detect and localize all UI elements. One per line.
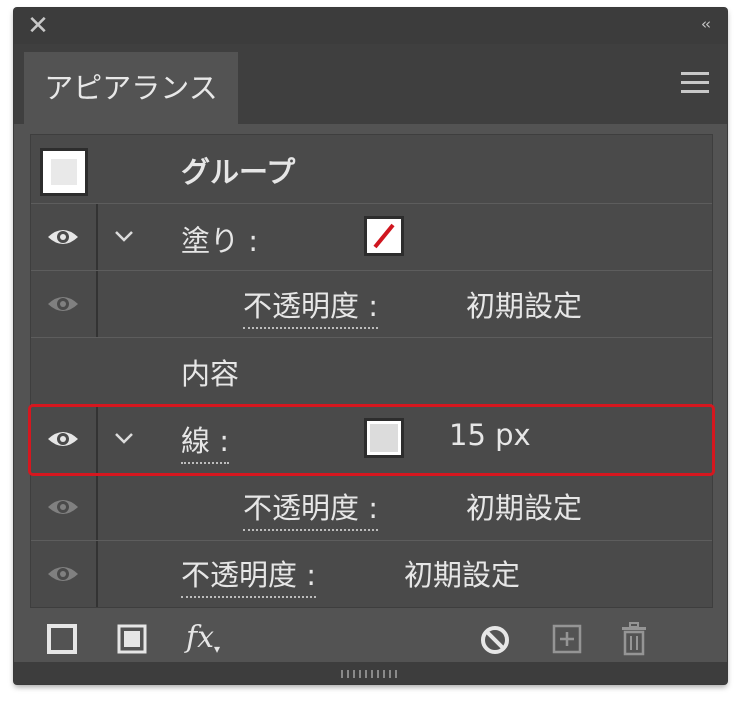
close-icon[interactable]: ✕ bbox=[26, 13, 50, 39]
duplicate-item-icon[interactable] bbox=[552, 624, 582, 654]
appearance-attribute-list: グループ 塗り : 不透明度: 初期設定 内容 線: 15 px 不透明度 … bbox=[30, 134, 713, 608]
panel-title-bar[interactable]: ✕ ‹‹ bbox=[14, 8, 727, 44]
fill-swatch-none[interactable] bbox=[364, 216, 404, 256]
add-new-stroke-icon[interactable] bbox=[47, 624, 77, 654]
fill-opacity-link[interactable]: 不透明度 : bbox=[243, 283, 378, 329]
chevron-down-icon[interactable] bbox=[113, 428, 139, 448]
fill-row[interactable]: 塗り : bbox=[31, 204, 712, 271]
appearance-panel: ✕ ‹‹ アピアランス グループ 塗り: 不透明度: 初期設定 内容 線:… bbox=[14, 8, 727, 684]
fill-opacity-row[interactable]: 不透明度 : 初期設定 bbox=[31, 271, 712, 338]
stroke-opacity-row[interactable]: 不透明度 : 初期設定 bbox=[31, 474, 712, 541]
tab-strip: アピアランス bbox=[14, 44, 727, 124]
stroke-swatch[interactable] bbox=[364, 418, 404, 458]
object-thumbnail bbox=[40, 148, 88, 196]
visibility-eye-icon[interactable] bbox=[45, 493, 81, 521]
add-new-fill-icon[interactable] bbox=[117, 624, 147, 654]
panel-toolbar: fx▾ bbox=[14, 612, 727, 662]
clear-appearance-icon[interactable] bbox=[479, 624, 511, 656]
divider bbox=[96, 405, 98, 473]
object-row[interactable]: グループ bbox=[31, 135, 712, 204]
fill-label: 塗り : bbox=[181, 224, 258, 258]
stroke-row[interactable]: 線 : 15 px bbox=[31, 405, 712, 474]
collapse-panel-icon[interactable]: ‹‹ bbox=[701, 15, 711, 33]
contents-label: 内容 bbox=[181, 357, 240, 391]
object-opacity-value: 初期設定 bbox=[404, 558, 521, 592]
trash-icon[interactable] bbox=[619, 622, 649, 656]
object-type-label: グループ bbox=[181, 155, 296, 189]
object-opacity-link[interactable]: 不透明度 : bbox=[181, 552, 316, 598]
stroke-opacity-link[interactable]: 不透明度 : bbox=[243, 485, 378, 531]
resize-grip[interactable] bbox=[14, 662, 727, 684]
visibility-eye-icon[interactable] bbox=[45, 560, 81, 588]
divider bbox=[96, 204, 98, 270]
divider bbox=[96, 474, 98, 540]
tab-appearance[interactable]: アピアランス bbox=[24, 52, 238, 124]
visibility-eye-icon[interactable] bbox=[45, 425, 81, 453]
object-opacity-row[interactable]: 不透明度 : 初期設定 bbox=[31, 541, 712, 607]
fill-opacity-value: 初期設定 bbox=[466, 289, 583, 323]
hamburger-menu-icon[interactable] bbox=[681, 72, 709, 94]
visibility-eye-icon[interactable] bbox=[45, 223, 81, 251]
stroke-weight[interactable]: 15 px bbox=[449, 418, 531, 452]
add-effect-fx-button[interactable]: fx▾ bbox=[186, 620, 220, 656]
divider bbox=[96, 271, 98, 337]
visibility-eye-icon[interactable] bbox=[45, 290, 81, 318]
grip-lines-icon bbox=[341, 670, 397, 678]
stroke-opacity-value: 初期設定 bbox=[466, 491, 583, 525]
contents-row[interactable]: 内容 bbox=[31, 338, 712, 405]
divider bbox=[96, 541, 98, 607]
stroke-link[interactable]: 線 : bbox=[181, 418, 229, 464]
chevron-down-icon[interactable] bbox=[113, 226, 139, 246]
fx-label: fx bbox=[186, 620, 215, 655]
